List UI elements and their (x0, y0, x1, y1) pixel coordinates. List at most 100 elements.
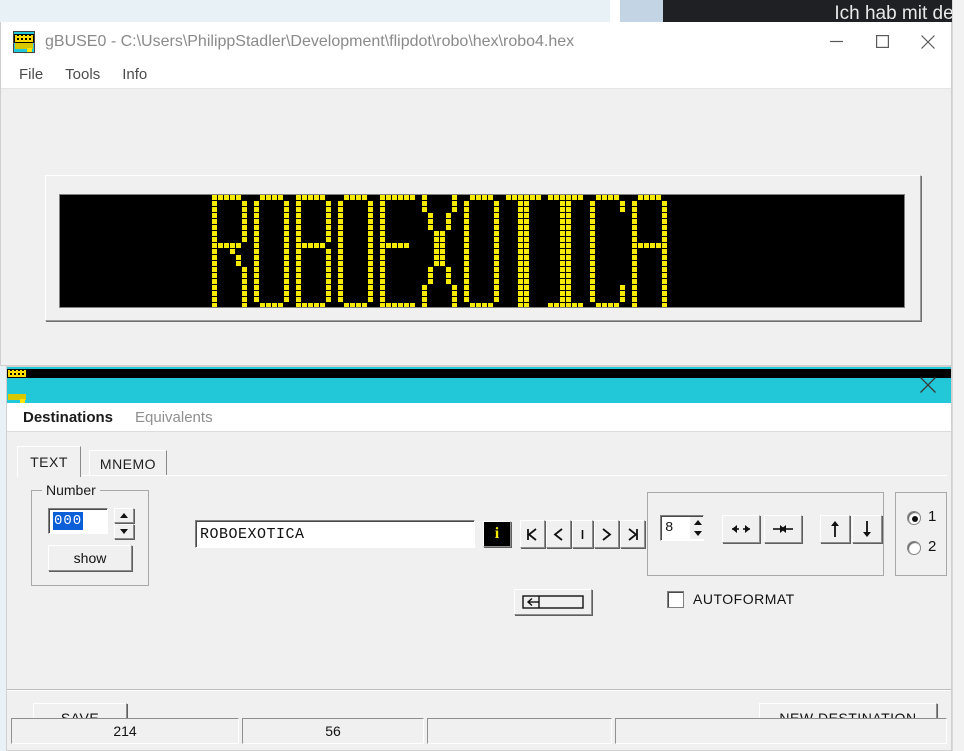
flipdot-dot (578, 195, 583, 200)
flipdot-dot (218, 243, 223, 248)
flipdot-dot (368, 201, 373, 206)
menu-item-file[interactable]: File (19, 66, 43, 83)
flipdot-dot (524, 225, 529, 230)
flipdot-dot (452, 291, 457, 296)
tab-text[interactable]: TEXT (17, 446, 81, 477)
flipdot-dot (242, 237, 247, 242)
contract-horizontal-button[interactable] (764, 515, 802, 543)
close-icon[interactable] (905, 22, 951, 61)
flipdot-display[interactable] (59, 194, 905, 308)
main-window-titlebar[interactable]: gBUSE0 - C:\Users\PhilippStadler\Develop… (1, 22, 951, 61)
spinner-down-icon[interactable] (114, 524, 134, 539)
flipdot-dot (368, 249, 373, 254)
flipdot-dot (566, 213, 571, 218)
flipdot-dot (590, 207, 595, 212)
flipdot-dot (524, 231, 529, 236)
flipdot-dot (464, 297, 469, 302)
move-down-button[interactable] (852, 515, 882, 543)
flipdot-dot (494, 243, 499, 248)
flipdot-dot (212, 195, 217, 200)
destination-editor-titlebar[interactable]: Destination editor (7, 367, 951, 403)
flipdot-dot (434, 261, 439, 266)
autoformat-checkbox[interactable] (667, 591, 684, 608)
flipdot-dot (560, 303, 565, 307)
flipdot-dot (368, 213, 373, 218)
nav-previous-button[interactable] (546, 520, 571, 548)
flipdot-dot (296, 267, 301, 272)
show-button[interactable]: show (48, 545, 132, 571)
flipdot-dot (338, 219, 343, 224)
maximize-icon[interactable] (859, 22, 905, 61)
flipdot-dot (368, 225, 373, 230)
flipdot-dot (236, 255, 241, 260)
flipdot-dot (566, 225, 571, 230)
flipdot-dot (476, 195, 481, 200)
tab-mnemo[interactable]: MNEMO (89, 450, 167, 476)
minimize-icon[interactable] (813, 22, 859, 61)
flipdot-dot (224, 243, 229, 248)
destination-text-input[interactable]: ROBOEXOTICA (195, 520, 475, 548)
flipdot-dot (578, 303, 583, 307)
first-icon (527, 527, 537, 541)
flipdot-dot (278, 303, 283, 307)
flipdot-dot (284, 279, 289, 284)
autoformat-label: AUTOFORMAT (693, 591, 795, 607)
flipdot-dot (212, 225, 217, 230)
flipdot-dot (296, 237, 301, 242)
nav-last-button[interactable] (620, 520, 645, 548)
flipdot-dot (368, 261, 373, 266)
flipdot-dot (560, 261, 565, 266)
flipdot-dot (380, 243, 385, 248)
size-spinner-down-icon[interactable] (690, 528, 706, 539)
flipdot-dot (662, 219, 667, 224)
flipdot-dot (284, 291, 289, 296)
flipdot-dot (566, 237, 571, 242)
flipdot-dot (254, 249, 259, 254)
nav-next-button[interactable] (594, 520, 619, 548)
flipdot-dot (518, 213, 523, 218)
flipdot-dot (338, 291, 343, 296)
menu-item-tools[interactable]: Tools (65, 66, 100, 83)
flipdot-dot (518, 225, 523, 230)
flipdot-dot (470, 303, 475, 307)
flipdot-dot (296, 273, 301, 278)
nav-first-button[interactable] (520, 520, 545, 548)
flipdot-dot (380, 279, 385, 284)
flipdot-dot (338, 207, 343, 212)
menu-item-info[interactable]: Info (122, 66, 147, 83)
format-group: 8 (647, 492, 884, 576)
size-spinner-up-icon[interactable] (690, 517, 706, 528)
flipdot-dot (590, 249, 595, 254)
radio-line-2[interactable] (907, 541, 921, 555)
flipdot-dot (338, 201, 343, 206)
flipdot-dot (434, 237, 439, 242)
flipdot-dot (632, 303, 637, 307)
move-up-button[interactable] (820, 515, 850, 543)
menu-item-destinations[interactable]: Destinations (23, 409, 113, 426)
info-button[interactable]: i (483, 521, 511, 547)
number-input[interactable]: 000 (48, 508, 108, 534)
flipdot-dot (356, 303, 361, 307)
flipdot-dot (590, 201, 595, 206)
nav-current-button[interactable] (572, 520, 593, 548)
flipdot-display-panel (45, 175, 921, 321)
main-window: gBUSE0 - C:\Users\PhilippStadler\Develop… (0, 22, 952, 366)
radio-line-1[interactable] (907, 511, 921, 525)
expand-horizontal-button[interactable] (722, 515, 760, 543)
align-left-button[interactable] (514, 589, 592, 615)
flipdot-dot (254, 213, 259, 218)
flipdot-dot (620, 201, 625, 206)
menu-item-equivalents[interactable]: Equivalents (135, 409, 213, 426)
status-panel-4 (615, 718, 947, 744)
flipdot-dot (242, 267, 247, 272)
flipdot-dot (212, 255, 217, 260)
flipdot-dot (452, 303, 457, 307)
close-icon[interactable] (905, 367, 951, 403)
flipdot-dot (320, 195, 325, 200)
flipdot-dot (392, 243, 397, 248)
flipdot-dot (368, 285, 373, 290)
flipdot-dot (380, 297, 385, 302)
number-group-title: Number (42, 482, 100, 498)
flipdot-dot (446, 213, 451, 218)
spinner-up-icon[interactable] (114, 508, 134, 523)
